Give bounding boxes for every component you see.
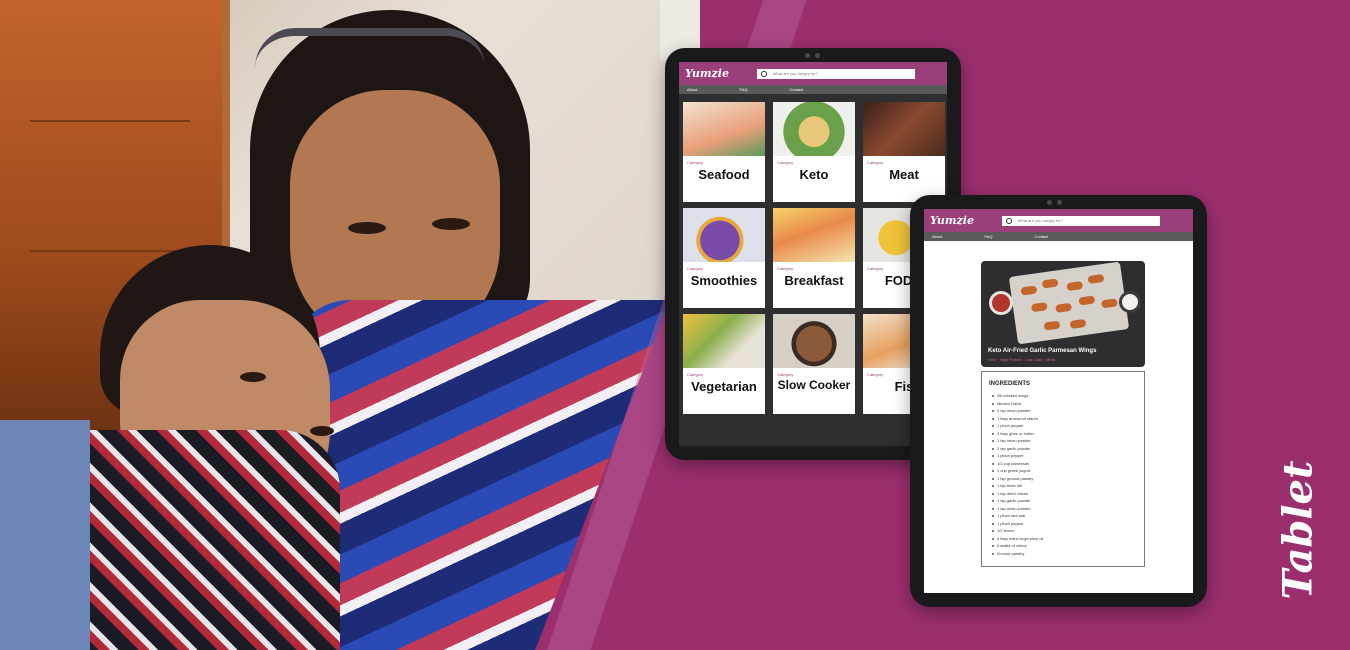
camera-dot <box>1057 200 1062 205</box>
device-label: Tablet <box>1258 461 1338 600</box>
nav-bar: About FAQ Contact <box>924 232 1193 241</box>
nav-contact[interactable]: Contact <box>789 87 803 92</box>
nav-about[interactable]: About <box>932 234 942 239</box>
wings-tray-image <box>1008 261 1130 345</box>
category-grid: Category Seafood Category Keto Category … <box>683 102 945 414</box>
tablet-screen: Yumzie About FAQ Contact Category Seafoo… <box>679 62 947 446</box>
category-label: Category <box>687 160 704 165</box>
camera-dot <box>805 53 810 58</box>
recipe-tags: Keto · High Protein · Low Carb · Meat <box>988 357 1055 362</box>
ingredient-item: 1 tsp dried chives <box>989 490 1144 498</box>
camera-dot <box>815 53 820 58</box>
ingredient-item: 1 tsp garlic powder <box>989 497 1144 505</box>
category-image <box>683 208 765 262</box>
search-bar[interactable] <box>757 68 915 79</box>
camera-dot <box>1047 200 1052 205</box>
category-label: Category <box>777 160 794 165</box>
category-name: Seafood <box>698 167 750 182</box>
ingredient-item: 1 tsp onion powder <box>989 505 1144 513</box>
category-name: Keto <box>799 167 829 182</box>
category-name: Breakfast <box>784 273 844 288</box>
category-label: Category <box>687 372 704 377</box>
headband <box>255 28 485 68</box>
recipe-title: Keto Air-Fried Garlic Parmesan Wings <box>988 348 1097 354</box>
search-icon <box>761 70 767 77</box>
ingredient-item: 6 stalks of celery <box>989 542 1144 550</box>
boy-eye-left <box>240 372 266 382</box>
ingredients-heading: INGREDIENTS <box>989 381 1031 387</box>
ingredient-item: 2lb chicken wings <box>989 392 1144 400</box>
category-image <box>863 102 945 156</box>
category-name: Vegetarian <box>691 379 757 394</box>
app-logo[interactable]: Yumzie <box>930 214 996 227</box>
search-input[interactable] <box>1017 218 1156 223</box>
ingredient-item: Ground parsley <box>989 550 1144 558</box>
nav-about[interactable]: About <box>687 87 697 92</box>
nav-faq[interactable]: FAQ <box>739 87 747 92</box>
tablet-recipe: Yumzie About FAQ Contact <box>910 195 1207 607</box>
ingredient-item: 1 tsp onion powder <box>989 437 1144 445</box>
ingredient-item: 4 tbsp extra-virgin olive oil <box>989 535 1144 543</box>
ingredients-list: 2lb chicken wings Minced Garlic 2 tsp on… <box>989 392 1144 557</box>
girl-eye-left <box>348 222 386 234</box>
ingredient-item: Minced Garlic <box>989 400 1144 408</box>
ingredient-item: 1 tbsp arrowroot starch <box>989 415 1144 423</box>
category-image <box>683 314 765 368</box>
category-label: Category <box>777 372 794 377</box>
category-card-slow-cooker[interactable]: Category Slow Cooker <box>773 314 855 414</box>
ingredient-item: 1/2 cup parmesan <box>989 460 1144 468</box>
ingredient-item: 2 tsp garlic powder <box>989 445 1144 453</box>
category-card-vegetarian[interactable]: Category Vegetarian <box>683 314 765 414</box>
category-card-seafood[interactable]: Category Seafood <box>683 102 765 202</box>
ingredient-item: 3 tbsp ghee or butter <box>989 430 1144 438</box>
category-card-breakfast[interactable]: Category Breakfast <box>773 208 855 308</box>
category-image <box>773 314 855 368</box>
nav-faq[interactable]: FAQ <box>984 234 992 239</box>
category-name: Meat <box>889 167 919 182</box>
sauce-bowl-image <box>989 291 1013 315</box>
ingredient-item: 1 pinch sea salt <box>989 512 1144 520</box>
recipe-hero-card[interactable]: Keto Air-Fried Garlic Parmesan Wings Ket… <box>981 261 1145 367</box>
nav-contact[interactable]: Contact <box>1034 234 1048 239</box>
search-icon <box>1006 217 1012 224</box>
ingredient-item: 2 tsp onion powder <box>989 407 1144 415</box>
category-image <box>683 102 765 156</box>
ingredient-item: 1 pinch pepper <box>989 452 1144 460</box>
search-bar[interactable] <box>1002 215 1160 226</box>
category-card-smoothies[interactable]: Category Smoothies <box>683 208 765 308</box>
dip-bowl-image <box>1119 291 1141 313</box>
ingredient-item: 1 cup greek yogurt <box>989 467 1144 475</box>
category-image <box>773 102 855 156</box>
ingredient-item: 1 pinch pepper <box>989 422 1144 430</box>
ingredient-item: 1/2 lemon <box>989 527 1144 535</box>
device-label-text: Tablet <box>1274 460 1322 600</box>
boy-eye-right <box>310 426 334 436</box>
ingredients-panel: INGREDIENTS 2lb chicken wings Minced Gar… <box>981 371 1145 567</box>
category-label: Category <box>777 266 794 271</box>
girl-eye-right <box>432 218 470 230</box>
tablet-screen: Yumzie About FAQ Contact <box>924 209 1193 593</box>
ingredient-item: 1 pinch pepper <box>989 520 1144 528</box>
category-label: Category <box>867 160 884 165</box>
ingredient-item: 1 tsp fresh dill <box>989 482 1144 490</box>
category-label: Category <box>687 266 704 271</box>
app-header: Yumzie <box>924 209 1193 232</box>
category-card-keto[interactable]: Category Keto <box>773 102 855 202</box>
nav-bar: About FAQ Contact <box>679 85 947 94</box>
category-name: Slow Cooker <box>777 378 851 392</box>
blue-scarf <box>0 420 90 650</box>
category-card-meat[interactable]: Category Meat <box>863 102 945 202</box>
category-image <box>773 208 855 262</box>
category-name: Smoothies <box>690 273 758 288</box>
ingredient-item: 1 tsp ground parsley <box>989 475 1144 483</box>
search-input[interactable] <box>772 71 911 76</box>
app-logo[interactable]: Yumzie <box>685 67 751 80</box>
app-header: Yumzie <box>679 62 947 85</box>
